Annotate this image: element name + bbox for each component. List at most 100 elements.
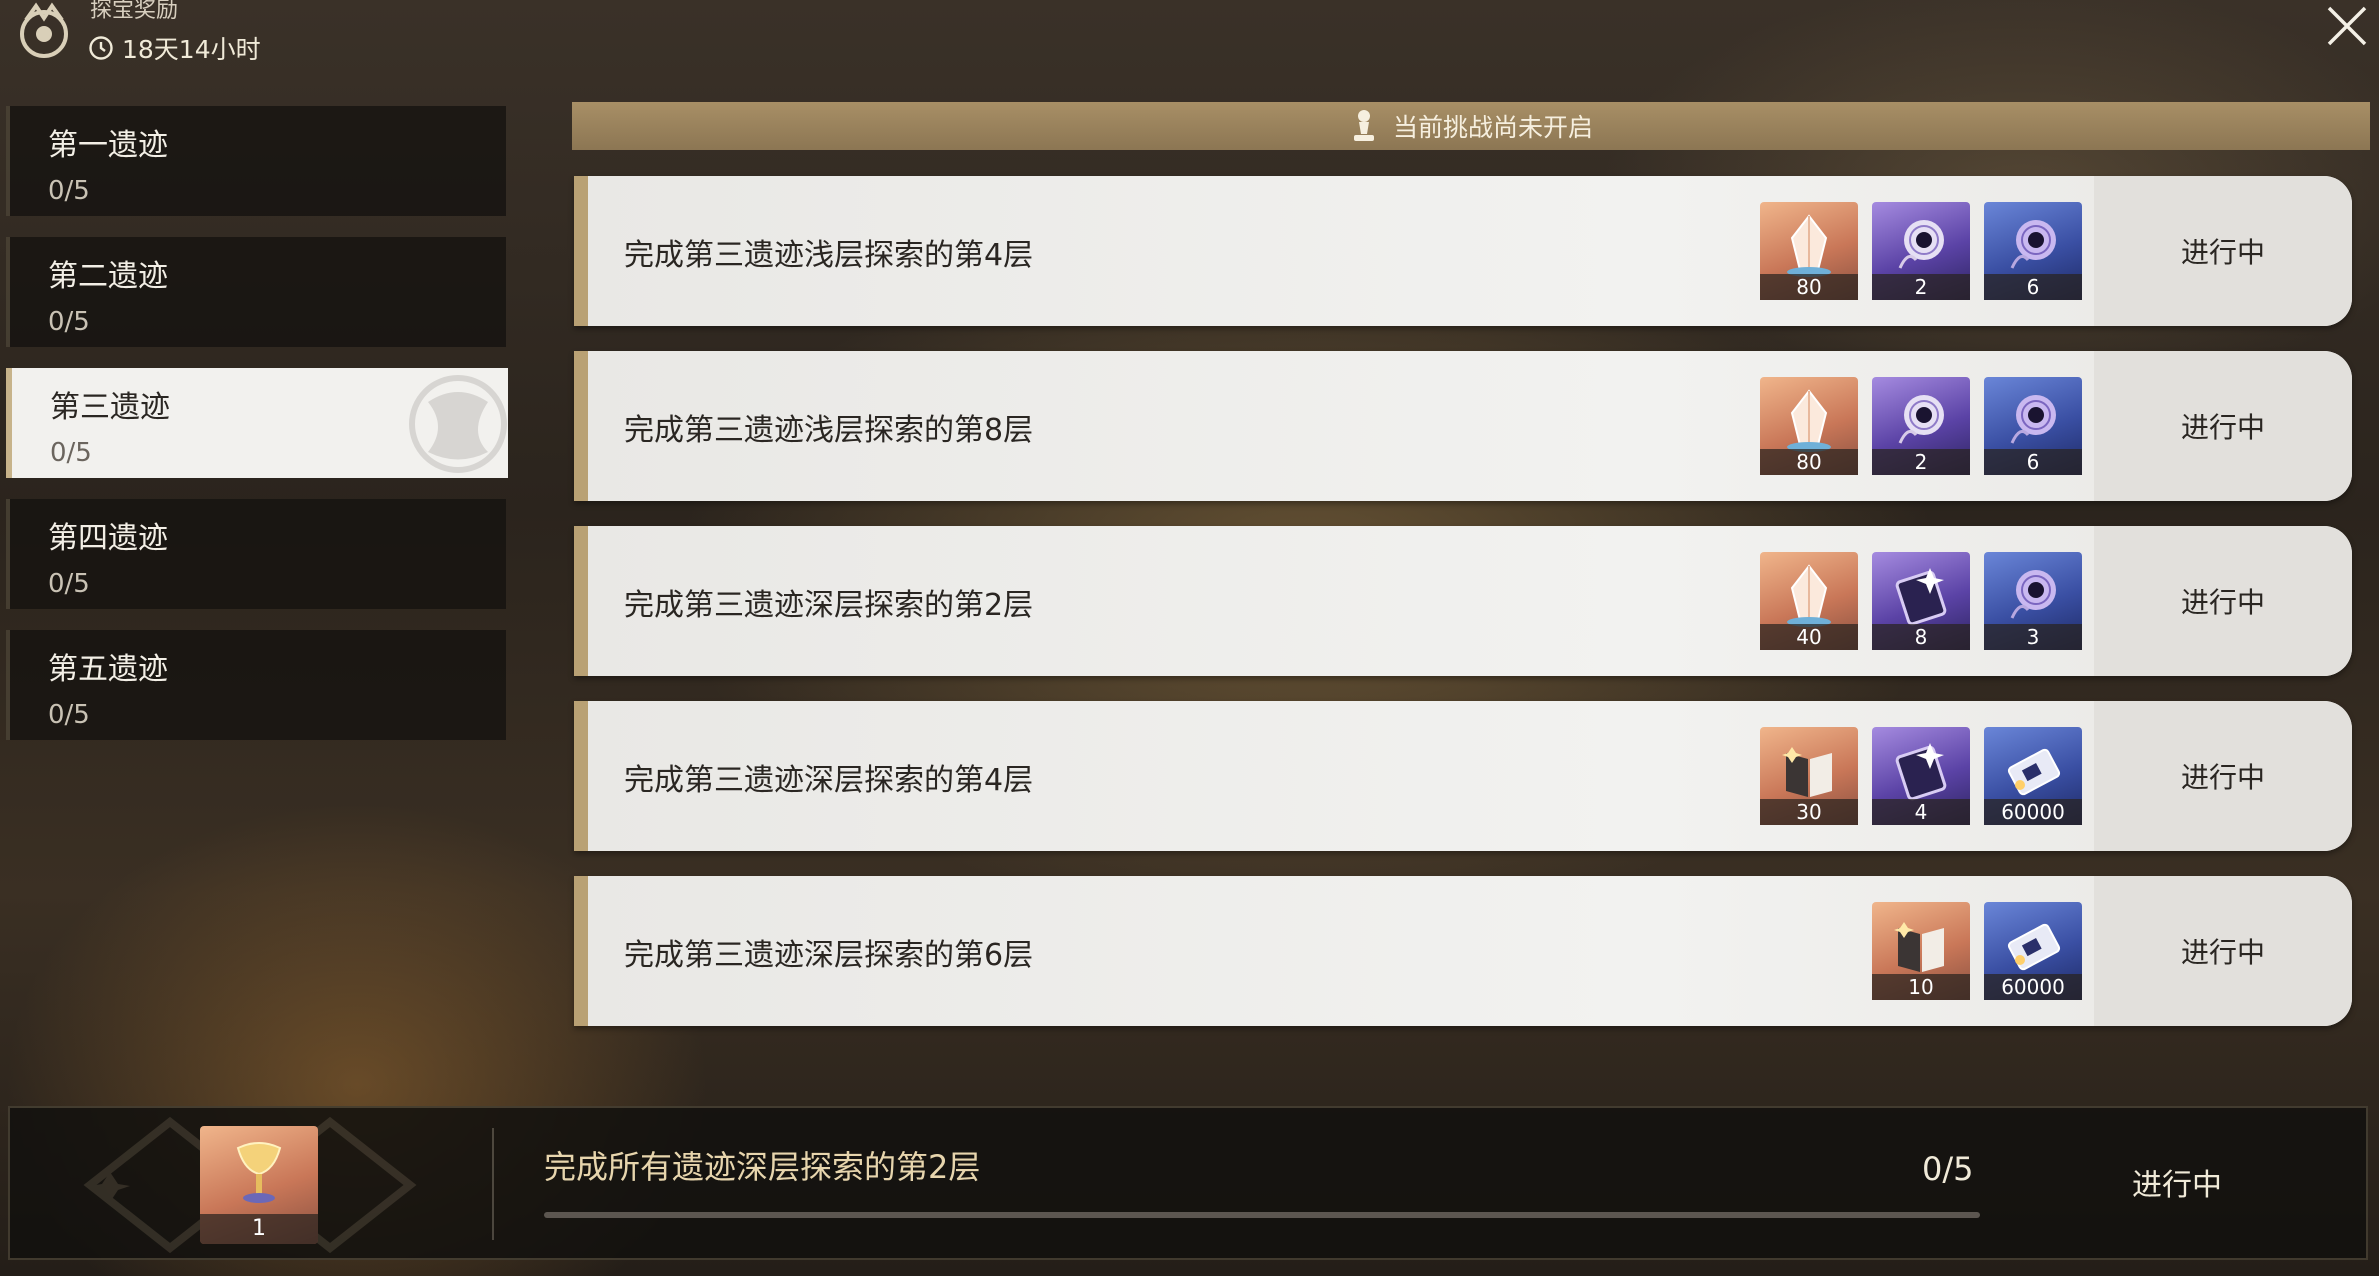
crystal-icon [1787, 214, 1831, 277]
reward-quantity: 60000 [1984, 799, 2082, 825]
overall-progress-bar [544, 1212, 1980, 1218]
golden-goblet-icon [236, 1142, 282, 1203]
dark-orb-icon [2010, 570, 2056, 619]
reward-item[interactable]: 60000 [1984, 727, 2082, 825]
reward-item[interactable]: 3 [1984, 552, 2082, 650]
sidebar-item-label: 第一遗迹 [48, 128, 168, 163]
sidebar-item-progress: 0/5 [48, 700, 90, 730]
reward-item[interactable]: 30 [1760, 727, 1858, 825]
reward-item[interactable]: 2 [1872, 202, 1970, 300]
reward-item[interactable]: 60000 [1984, 902, 2082, 1000]
book-icon [1782, 747, 1832, 797]
sidebar-item-ruin-4[interactable]: 第四遗迹 0/5 [6, 499, 506, 609]
book-icon [1894, 922, 1944, 972]
quest-status: 进行中 [2180, 936, 2265, 969]
quest-row: 完成第三遗迹浅层探索的第8层 80 2 6 进行中 [574, 351, 2352, 501]
event-timer: 18天14小时 [88, 30, 261, 66]
reward-quantity: 40 [1760, 624, 1858, 650]
overall-task-description: 完成所有遗迹深层探索的第2层 [544, 1148, 981, 1186]
reward-item[interactable]: 40 [1760, 552, 1858, 650]
reward-quantity: 6 [1984, 449, 2082, 475]
sidebar-item-progress: 0/5 [48, 176, 90, 206]
sidebar-item-ruin-2[interactable]: 第二遗迹 0/5 [6, 237, 506, 347]
reward-quantity: 10 [1872, 974, 1970, 1000]
overall-task-status: 进行中 [2132, 1168, 2222, 1203]
header: 探宝奖励 18天14小时 [0, 0, 600, 70]
close-icon[interactable] [2321, 0, 2373, 52]
quest-description: 完成第三遗迹浅层探索的第4层 [624, 238, 1034, 273]
overall-task-bar: 1 完成所有遗迹深层探索的第2层 0/5 进行中 [8, 1106, 2368, 1260]
quest-status-area: 进行中 [2094, 526, 2352, 676]
pawn-icon [1353, 110, 1374, 141]
quest-rewards: 80 2 6 [1760, 202, 2082, 300]
reward-quantity: 6 [1984, 274, 2082, 300]
reward-item[interactable]: 1 [200, 1126, 318, 1244]
quest-description: 完成第三遗迹浅层探索的第8层 [624, 413, 1034, 448]
dark-orb-icon [1898, 220, 1944, 269]
reward-quantity: 8 [1872, 624, 1970, 650]
quest-row: 完成第三遗迹深层探索的第2层 40 8 3 进行中 [574, 526, 2352, 676]
quest-status: 进行中 [2180, 411, 2265, 444]
dark-orb-icon [2010, 395, 2056, 444]
quest-row: 完成第三遗迹浅层探索的第4层 80 2 6 进行中 [574, 176, 2352, 326]
quest-status-area: 进行中 [2094, 351, 2352, 501]
record-card-icon [1895, 568, 1947, 626]
sidebar-item-label: 第五遗迹 [48, 652, 168, 687]
record-card-icon [1895, 743, 1947, 801]
quest-description: 完成第三遗迹深层探索的第2层 [624, 588, 1034, 623]
reward-quantity: 4 [1872, 799, 1970, 825]
crystal-icon [1787, 389, 1831, 452]
treasure-emblem-icon [20, 2, 68, 58]
reward-item[interactable]: 2 [1872, 377, 1970, 475]
sidebar-item-ruin-5[interactable]: 第五遗迹 0/5 [6, 630, 506, 740]
reward-quantity: 2 [1872, 449, 1970, 475]
quest-description: 完成第三遗迹深层探索的第4层 [624, 763, 1034, 798]
dark-orb-icon [1898, 395, 1944, 444]
divider [492, 1128, 494, 1240]
reward-item[interactable]: 10 [1872, 902, 1970, 1000]
ruin-emblem-icon [409, 375, 507, 473]
sidebar-item-progress: 0/5 [48, 569, 90, 599]
quest-status-area: 进行中 [2094, 876, 2352, 1026]
reward-item[interactable]: 6 [1984, 202, 2082, 300]
quest-status-area: 进行中 [2094, 176, 2352, 326]
quest-rewards: 30 4 60000 [1760, 727, 2082, 825]
credit-chip-icon [2007, 748, 2061, 796]
reward-quantity: 60000 [1984, 974, 2082, 1000]
quest-rewards: 10 60000 [1872, 902, 2082, 1000]
reward-quantity: 80 [1760, 274, 1858, 300]
overall-progress-count: 0/5 [1922, 1150, 1974, 1188]
crystal-icon [1787, 564, 1831, 627]
reward-quantity: 30 [1760, 799, 1858, 825]
reward-item[interactable]: 80 [1760, 377, 1858, 475]
quest-status-area: 进行中 [2094, 701, 2352, 851]
reward-item[interactable]: 6 [1984, 377, 2082, 475]
reward-quantity: 1 [200, 1214, 318, 1244]
quest-rewards: 80 2 6 [1760, 377, 2082, 475]
quest-row: 完成第三遗迹深层探索的第6层 10 60000 进行中 [574, 876, 2352, 1026]
header-title: 探宝奖励 [90, 0, 179, 23]
sidebar-item-label: 第二遗迹 [48, 259, 168, 294]
sidebar-item-label: 第四遗迹 [48, 521, 168, 556]
reward-quantity: 80 [1760, 449, 1858, 475]
sidebar-item-progress: 0/5 [48, 307, 90, 337]
quest-row: 完成第三遗迹深层探索的第4层 30 4 60000 进行中 [574, 701, 2352, 851]
quest-description: 完成第三遗迹深层探索的第6层 [624, 938, 1034, 973]
dark-orb-icon [2010, 220, 2056, 269]
sidebar-item-ruin-1[interactable]: 第一遗迹 0/5 [6, 106, 506, 216]
reward-quantity: 2 [1872, 274, 1970, 300]
banner-text: 当前挑战尚未开启 [1392, 113, 1593, 142]
reward-item[interactable]: 4 [1872, 727, 1970, 825]
reward-item[interactable]: 80 [1760, 202, 1858, 300]
credit-chip-icon [2007, 923, 2061, 971]
quest-status: 进行中 [2180, 236, 2265, 269]
sidebar-item-ruin-3[interactable]: 第三遗迹 0/5 [6, 368, 508, 478]
ruin-sidebar: 第一遗迹 0/5 第二遗迹 0/5 第三遗迹 0/5 第四遗迹 0/5 第五遗迹… [6, 106, 508, 761]
timer-text: 18天14小时 [122, 35, 261, 64]
reward-quantity: 3 [1984, 624, 2082, 650]
reward-item[interactable]: 8 [1872, 552, 1970, 650]
quest-status: 进行中 [2180, 761, 2265, 794]
challenge-banner: 当前挑战尚未开启 [572, 102, 2370, 150]
clock-icon [89, 36, 113, 60]
quest-list: 完成第三遗迹浅层探索的第4层 80 2 6 进行中 完成第三遗迹浅层探索的第8层 [574, 176, 2352, 1051]
